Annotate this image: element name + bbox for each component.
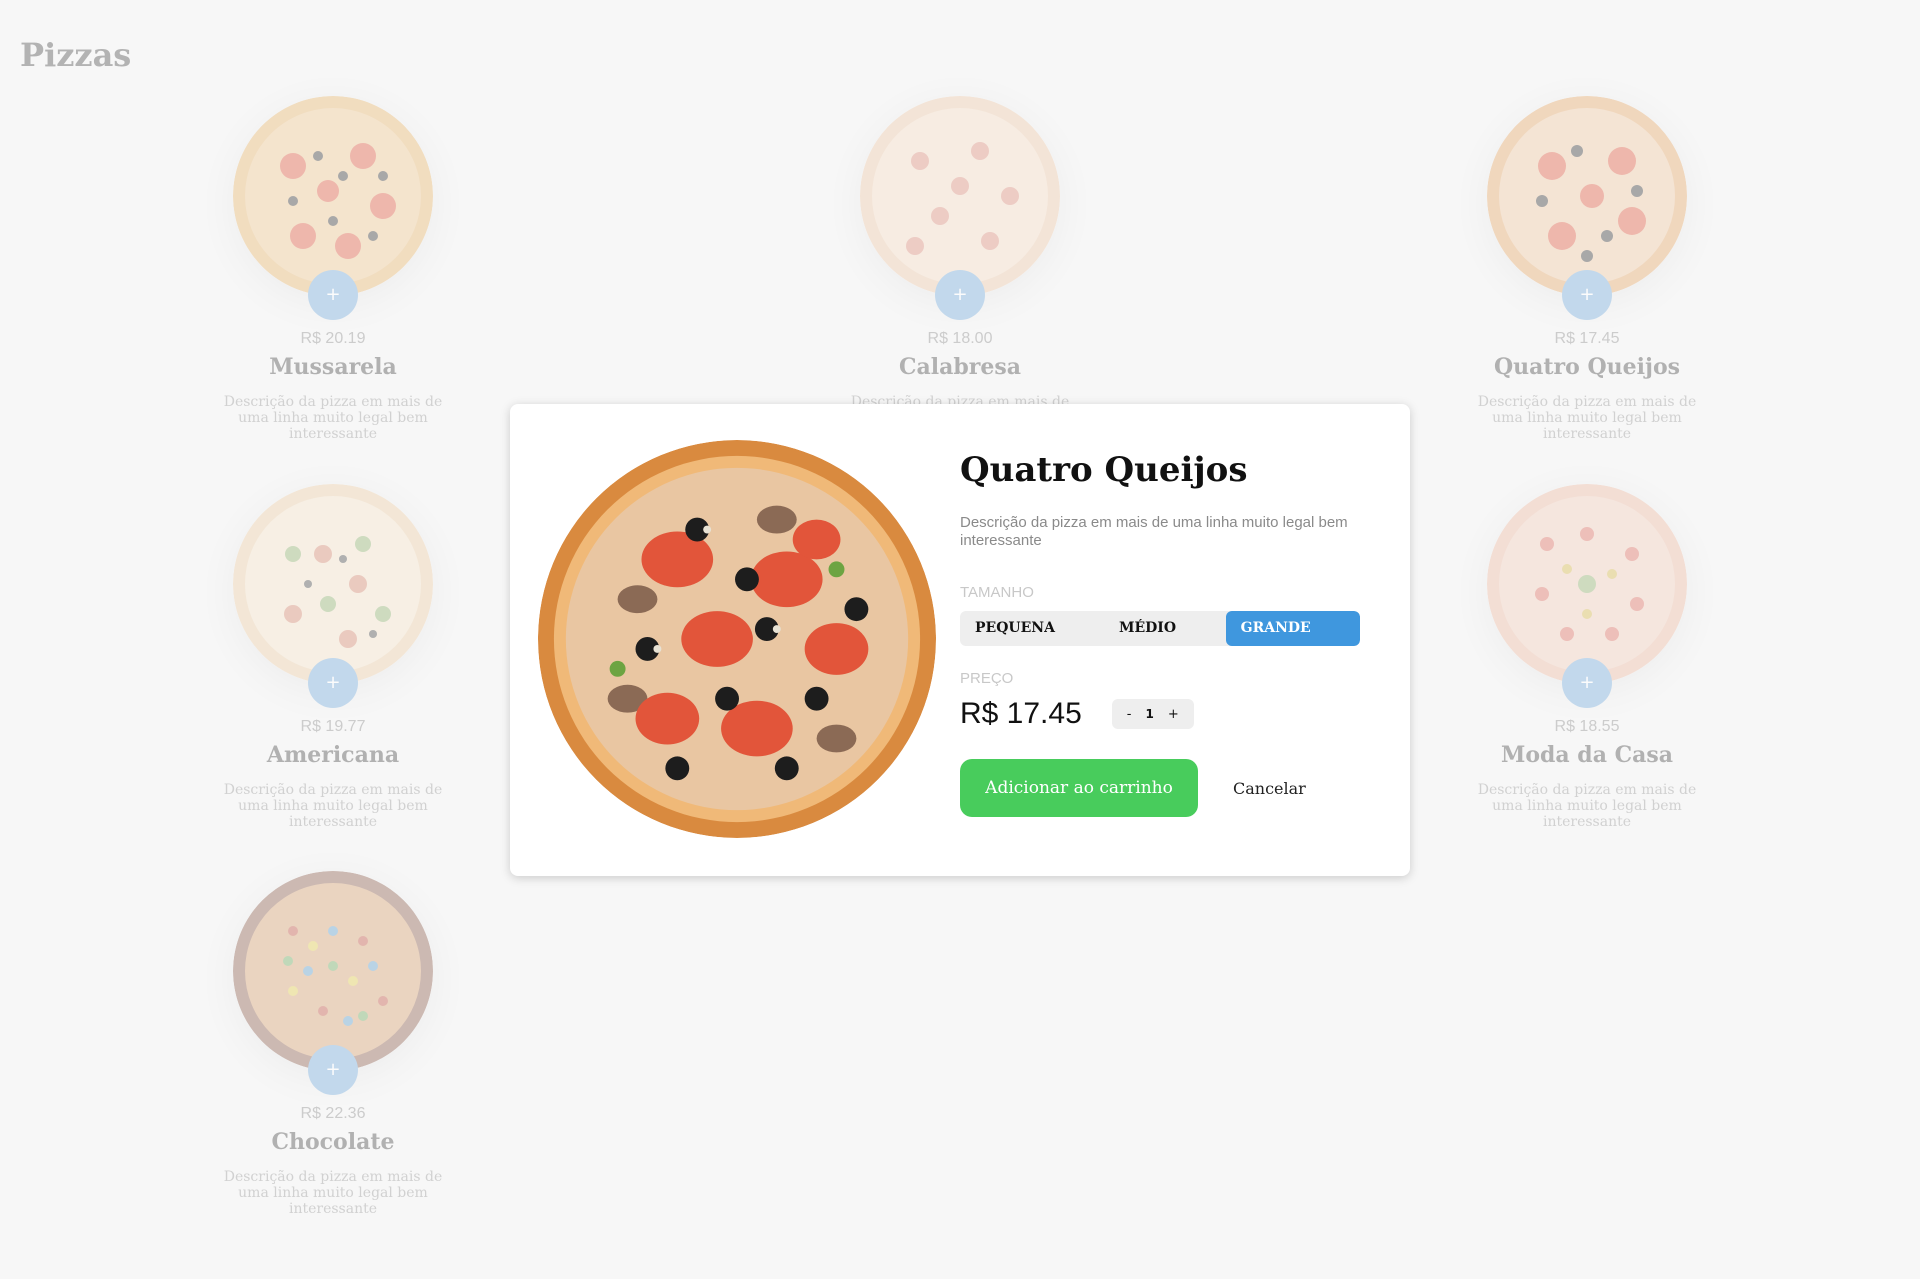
cancel-button[interactable]: Cancelar — [1233, 779, 1306, 798]
size-option-medio[interactable]: MÉDIO 530g — [1104, 611, 1226, 646]
modal-info: Quatro Queijos Descrição da pizza em mai… — [960, 450, 1360, 817]
modal-title: Quatro Queijos — [960, 450, 1248, 490]
size-name: MÉDIO — [1118, 620, 1177, 636]
size-option-grande[interactable]: GRANDE 860g — [1225, 611, 1360, 646]
size-label: TAMANHO — [960, 584, 1034, 601]
pizza-detail-modal: Quatro Queijos Descrição da pizza em mai… — [510, 404, 1410, 876]
quantity-decrease-button[interactable]: - — [1120, 707, 1139, 722]
size-name: GRANDE — [1240, 620, 1311, 636]
size-selector: PEQUENA 320g MÉDIO 530g GRANDE 860g — [960, 611, 1360, 646]
modal-price: R$ 17.45 — [960, 697, 1082, 730]
modal-pizza-image — [538, 440, 936, 838]
quantity-value: 1 — [1145, 707, 1154, 721]
quantity-increase-button[interactable]: + — [1161, 707, 1186, 722]
price-row: R$ 17.45 - 1 + — [960, 697, 1360, 731]
modal-description: Descrição da pizza em mais de uma linha … — [960, 514, 1348, 549]
quantity-stepper: - 1 + — [1111, 699, 1194, 729]
size-name: PEQUENA — [975, 620, 1055, 636]
add-to-cart-button[interactable]: Adicionar ao carrinho — [960, 759, 1198, 817]
size-option-pequena[interactable]: PEQUENA 320g — [960, 611, 1104, 646]
price-label: PREÇO — [960, 670, 1014, 687]
modal-actions: Adicionar ao carrinho Cancelar — [960, 759, 1360, 817]
